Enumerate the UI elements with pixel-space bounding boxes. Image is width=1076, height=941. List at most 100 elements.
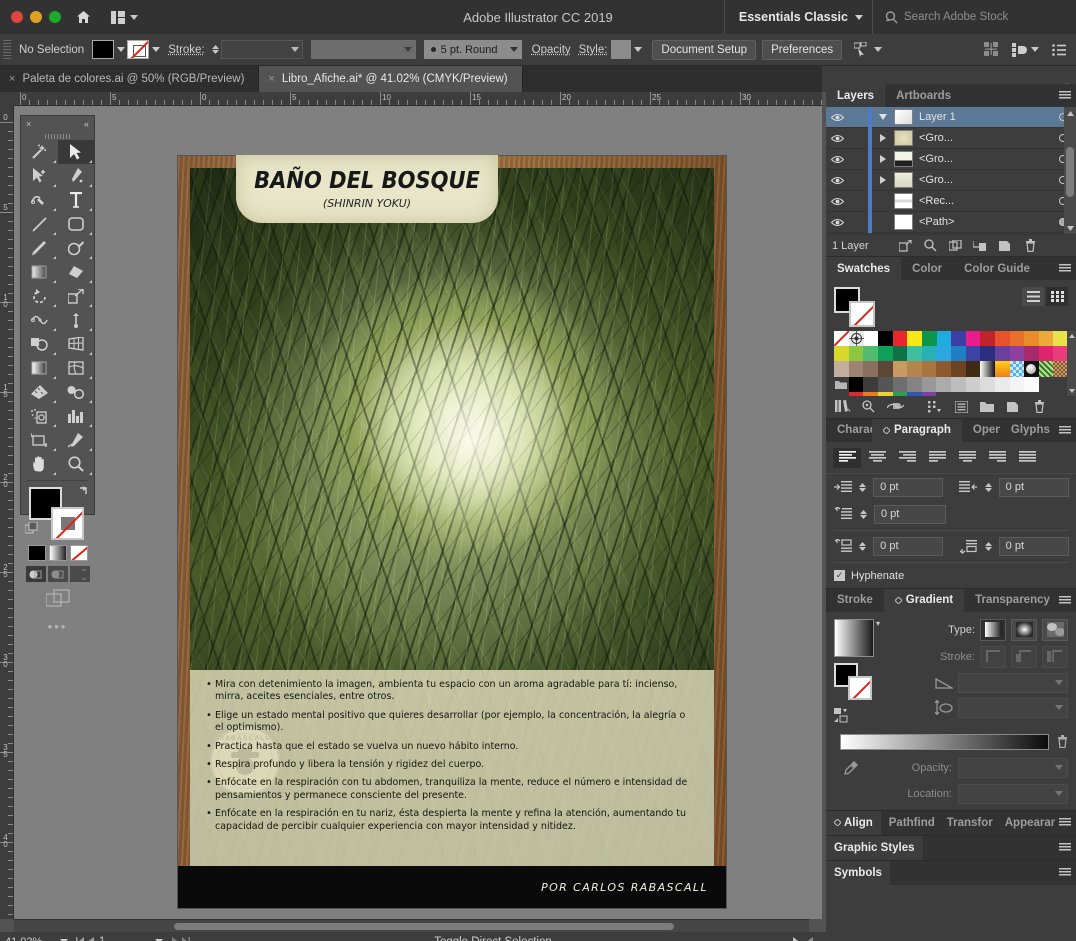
swatch[interactable] [921, 331, 937, 347]
tools-panel-drag-handle[interactable] [21, 132, 94, 140]
horizontal-ruler[interactable]: 0505101520253035 [14, 92, 822, 106]
tool-flyout-indicator[interactable] [52, 376, 56, 379]
swatch[interactable] [921, 376, 937, 392]
swatch[interactable] [965, 346, 981, 362]
tab-swatches[interactable]: Swatches [826, 257, 902, 280]
swatch[interactable] [951, 361, 966, 377]
swatch[interactable] [994, 376, 1010, 392]
freeform-gradient-icon[interactable] [1042, 618, 1068, 641]
swatch[interactable] [907, 391, 922, 396]
tool-flyout-indicator[interactable] [52, 232, 56, 235]
type-tool[interactable] [58, 188, 95, 212]
preferences-button[interactable]: Preferences [762, 39, 843, 60]
first-line-indent-stepper[interactable] [858, 509, 869, 519]
swatch[interactable] [848, 391, 864, 396]
stock-search-field[interactable]: Search Adobe Stock [872, 0, 1068, 34]
tab-pathfinder[interactable]: Pathfind [881, 811, 939, 835]
color-group-icon[interactable] [856, 400, 882, 413]
document-setup-button[interactable]: Document Setup [652, 39, 757, 60]
rectangle-tool[interactable] [58, 212, 95, 236]
swatch[interactable] [892, 361, 908, 377]
tab-gradient[interactable]: Gradient [883, 588, 965, 612]
tool-flyout-indicator[interactable] [89, 424, 92, 427]
tool-flyout-indicator[interactable] [89, 304, 92, 307]
first-artboard-button[interactable] [76, 937, 85, 941]
free-transform-tool[interactable] [58, 308, 95, 332]
scroll-down-arrow-icon[interactable] [1064, 222, 1076, 234]
pen-tool[interactable] [58, 164, 95, 188]
tab-character[interactable]: Charac [826, 418, 872, 442]
artboard-number-input[interactable]: 1 [99, 934, 151, 941]
expand-twirl-icon[interactable] [872, 176, 894, 184]
stroke-weight-input[interactable] [220, 40, 303, 59]
artboard[interactable]: BAÑO DEL BOSQUE (SHINRIN YOKU) RABASCALL… [178, 155, 726, 908]
tool-flyout-indicator[interactable] [52, 424, 56, 427]
fill-dropdown-chevron-icon[interactable] [114, 40, 127, 59]
layer-row[interactable]: <Gro... [826, 127, 1076, 149]
swatch[interactable] [848, 346, 864, 362]
tool-flyout-indicator[interactable] [52, 160, 56, 163]
stroke-within-icon[interactable] [980, 645, 1006, 668]
space-before-stepper[interactable] [857, 541, 868, 551]
shape-builder-tool[interactable] [21, 332, 58, 356]
swatch[interactable] [1053, 331, 1068, 347]
delete-selection-icon[interactable] [1018, 239, 1043, 252]
stroke-weight-stepper[interactable] [210, 40, 221, 59]
draw-normal-button[interactable] [25, 566, 46, 582]
screen-mode-button[interactable] [21, 589, 94, 607]
visibility-toggle-icon[interactable] [826, 134, 848, 143]
swatch[interactable] [994, 361, 1010, 377]
slice-tool[interactable] [58, 428, 95, 452]
gradient-mesh-tool[interactable] [21, 260, 58, 284]
swatch[interactable] [980, 392, 995, 396]
graphic-style-swatch[interactable] [611, 40, 632, 59]
scrollbar-thumb[interactable] [1066, 147, 1074, 197]
tab-color-guide[interactable]: Color Guide [953, 257, 1041, 280]
swatch[interactable] [1053, 346, 1068, 362]
tool-flyout-indicator[interactable] [52, 256, 56, 259]
swatch[interactable] [921, 391, 937, 396]
tab-transparency[interactable]: Transparency [964, 588, 1061, 612]
swatch[interactable] [980, 346, 995, 362]
swatch[interactable] [863, 376, 878, 392]
hyphenate-checkbox[interactable]: ✓ [834, 570, 845, 582]
tool-flyout-indicator[interactable] [52, 352, 56, 355]
tab-opentype[interactable]: OpenT [961, 418, 1000, 442]
justify-full-last-right-button[interactable] [983, 448, 1011, 468]
selection-tool[interactable] [57, 140, 94, 164]
swatch[interactable] [1024, 346, 1039, 362]
gradient-tool[interactable] [21, 356, 58, 380]
perspective-grid-tool[interactable] [58, 332, 95, 356]
swatch[interactable] [1009, 376, 1025, 392]
symbols-panel-menu-icon[interactable] [1054, 861, 1076, 884]
swatch[interactable] [877, 361, 893, 377]
tool-flyout-indicator[interactable] [89, 280, 92, 283]
justify-full-last-center-button[interactable] [953, 448, 981, 468]
measure-tool[interactable] [21, 380, 58, 404]
locate-object-icon[interactable] [918, 239, 943, 252]
swatch[interactable] [951, 331, 966, 347]
stroke-profile-dropdown[interactable] [310, 40, 416, 59]
delete-swatch-icon[interactable] [1026, 400, 1052, 414]
space-before-input[interactable]: 0 pt [873, 536, 944, 556]
reverse-gradient-icon[interactable] [834, 707, 886, 724]
layer-row[interactable]: Layer 1 [826, 106, 1076, 128]
column-graph-tool[interactable] [58, 404, 95, 428]
right-indent-stepper[interactable] [983, 482, 994, 492]
tool-flyout-indicator[interactable] [89, 208, 92, 211]
swatch[interactable] [877, 376, 893, 392]
swatch[interactable] [863, 361, 878, 377]
justify-all-button[interactable] [1013, 448, 1041, 468]
swatch[interactable] [936, 361, 951, 377]
last-artboard-button[interactable] [181, 937, 190, 941]
layer-row[interactable]: <Path> [826, 211, 1076, 233]
swatch[interactable] [936, 392, 951, 396]
direct-selection-tool[interactable] [21, 164, 58, 188]
home-icon[interactable] [73, 7, 93, 27]
tool-flyout-indicator[interactable] [52, 472, 56, 475]
tool-flyout-indicator[interactable] [89, 184, 92, 187]
previous-artboard-button[interactable] [88, 937, 95, 941]
swatch[interactable] [1009, 361, 1025, 377]
close-icon[interactable]: × [26, 119, 31, 129]
ruler-corner[interactable] [0, 92, 14, 106]
